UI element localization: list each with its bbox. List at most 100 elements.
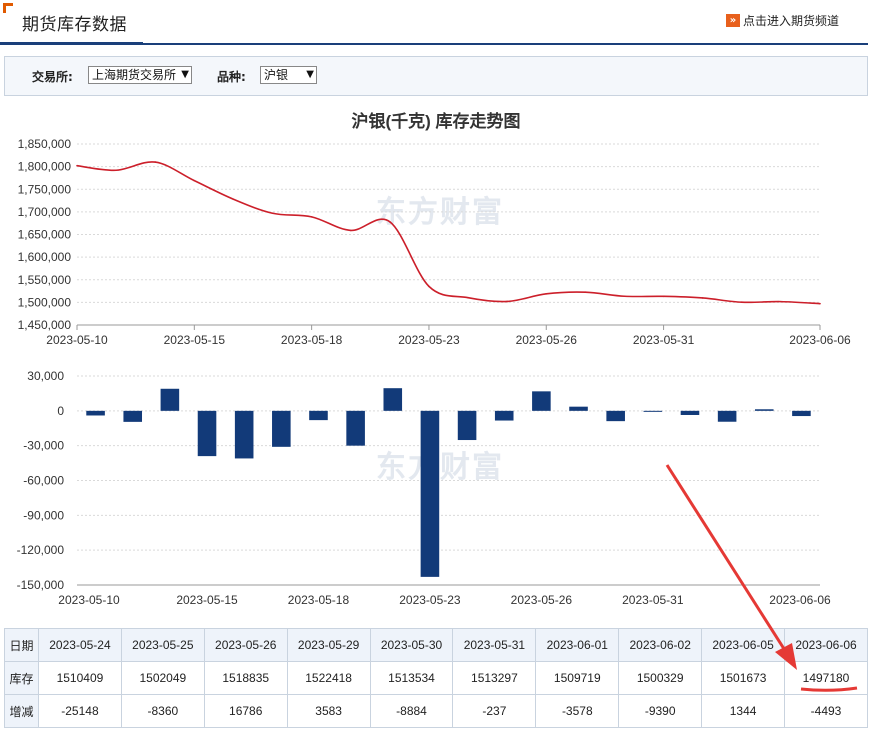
variety-select[interactable]: 沪银 ▼ xyxy=(260,66,317,84)
chart-title: 沪银(千克) 库存走势图 xyxy=(351,111,520,131)
change-bar xyxy=(754,409,774,411)
y-tick-label: 1,850,000 xyxy=(18,137,72,151)
y-tick-label: -150,000 xyxy=(17,578,65,592)
data-point xyxy=(76,164,78,167)
stock-cell: 1510409 xyxy=(38,661,122,695)
x-tick-label: 2023-05-18 xyxy=(281,333,343,347)
date-cell: 2023-06-02 xyxy=(618,628,703,662)
date-cell: 2023-06-01 xyxy=(535,628,620,662)
x-tick-label: 2023-05-15 xyxy=(176,593,238,607)
exchange-label: 交易所: xyxy=(32,70,73,84)
y-tick-label: 1,650,000 xyxy=(18,228,72,242)
data-point xyxy=(310,216,313,218)
stock-cell: 1500329 xyxy=(618,661,703,695)
data-point xyxy=(701,297,704,299)
change-bar xyxy=(606,410,625,422)
change-bar xyxy=(86,410,105,416)
data-point xyxy=(193,179,196,182)
x-tick-label: 2023-05-10 xyxy=(58,593,120,607)
change-bar xyxy=(643,410,663,412)
change-cell: -9390 xyxy=(618,694,703,728)
change-cell: -3578 xyxy=(535,694,620,728)
x-tick-label: 2023-05-31 xyxy=(633,333,695,347)
change-cell: -8360 xyxy=(120,694,205,728)
data-point xyxy=(467,296,469,299)
data-point xyxy=(115,169,117,172)
data-point xyxy=(154,161,157,163)
data-point xyxy=(740,301,743,304)
change-bar xyxy=(197,410,217,457)
y-tick-label: 1,550,000 xyxy=(18,273,72,287)
variety-label: 品种: xyxy=(217,70,246,84)
x-tick-label: 2023-05-26 xyxy=(516,333,578,347)
y-tick-label: -60,000 xyxy=(23,474,64,488)
date-cell: 2023-05-26 xyxy=(203,628,288,662)
variety-select-value: 沪银 xyxy=(264,68,289,82)
change-bar xyxy=(346,410,365,446)
data-point xyxy=(780,300,782,303)
stock-row: 库存 1510409 1502049 1518835 1522418 1513534 15… xyxy=(4,661,868,695)
data-point xyxy=(623,295,626,298)
data-point xyxy=(819,302,821,305)
row-header-change: 增减 xyxy=(4,694,39,728)
y-tick-label: 1,500,000 xyxy=(18,295,72,309)
change-bar xyxy=(457,410,477,441)
watermark: 东方财富 xyxy=(376,450,504,484)
date-row: 日期 2023-05-24 2023-05-25 2023-05-26 2023-05… xyxy=(4,628,868,662)
change-bar xyxy=(160,388,180,411)
stock-cell: 1502049 xyxy=(120,661,205,695)
x-tick-label: 2023-05-10 xyxy=(46,333,108,347)
title-underline xyxy=(0,42,143,44)
y-tick-label: -30,000 xyxy=(23,439,64,453)
change-bar xyxy=(309,410,328,421)
data-point xyxy=(271,212,274,215)
stock-series-line xyxy=(76,161,821,305)
change-bar xyxy=(123,410,143,422)
change-bar xyxy=(680,410,700,415)
date-cell: 2023-05-30 xyxy=(369,628,454,662)
data-point xyxy=(545,293,548,295)
change-cell: 1344 xyxy=(701,694,786,728)
chevron-down-icon: ▼ xyxy=(181,69,189,80)
y-tick-label: -120,000 xyxy=(17,543,65,557)
y-tick-label: 1,750,000 xyxy=(18,182,72,196)
double-chevron-right-icon: » xyxy=(725,14,740,27)
data-point xyxy=(232,198,235,201)
exchange-select-value: 上海期货交易所 xyxy=(92,68,177,82)
change-bar xyxy=(383,388,403,411)
data-point xyxy=(349,229,352,232)
change-cell: -237 xyxy=(452,694,537,728)
watermark: 东方财富 xyxy=(376,195,504,229)
change-bar xyxy=(569,406,588,411)
change-bar xyxy=(532,391,551,411)
data-point xyxy=(662,295,665,298)
x-tick-label: 2023-05-15 xyxy=(164,333,226,347)
date-cell: 2023-06-05 xyxy=(701,628,786,662)
corner-mark-icon xyxy=(3,3,13,13)
x-tick-label: 2023-05-26 xyxy=(511,593,573,607)
stock-data-table: 日期 2023-05-24 2023-05-25 2023-05-26 2023-05… xyxy=(4,628,868,728)
chevron-down-icon: ▼ xyxy=(306,69,314,80)
change-bar xyxy=(420,410,440,577)
stock-cell: 1513297 xyxy=(452,661,537,695)
date-cell: 2023-06-06 xyxy=(784,628,868,662)
y-tick-label: -90,000 xyxy=(23,508,64,522)
change-cell: 3583 xyxy=(286,694,371,728)
row-header-date: 日期 xyxy=(4,628,39,662)
futures-channel-link[interactable]: » 点击进入期货频道 xyxy=(725,12,839,29)
filter-bar: 交易所: 上海期货交易所 ▼ 品种: 沪银 ▼ xyxy=(4,56,868,96)
date-cell: 2023-05-31 xyxy=(452,628,537,662)
futures-channel-link-label: 点击进入期货频道 xyxy=(742,14,839,28)
stock-cell: 1513534 xyxy=(369,661,454,695)
y-tick-label: 1,700,000 xyxy=(18,205,72,219)
date-cell: 2023-05-29 xyxy=(286,628,371,662)
stock-cell: 1509719 xyxy=(535,661,620,695)
data-point xyxy=(389,221,391,223)
x-tick-label: 2023-05-23 xyxy=(399,593,461,607)
date-cell: 2023-05-24 xyxy=(38,628,122,662)
exchange-select[interactable]: 上海期货交易所 ▼ xyxy=(88,66,192,84)
y-tick-label: 0 xyxy=(57,404,64,418)
data-point xyxy=(584,291,587,294)
change-cell: -4493 xyxy=(784,694,868,728)
stock-cell: 1518835 xyxy=(203,661,288,695)
